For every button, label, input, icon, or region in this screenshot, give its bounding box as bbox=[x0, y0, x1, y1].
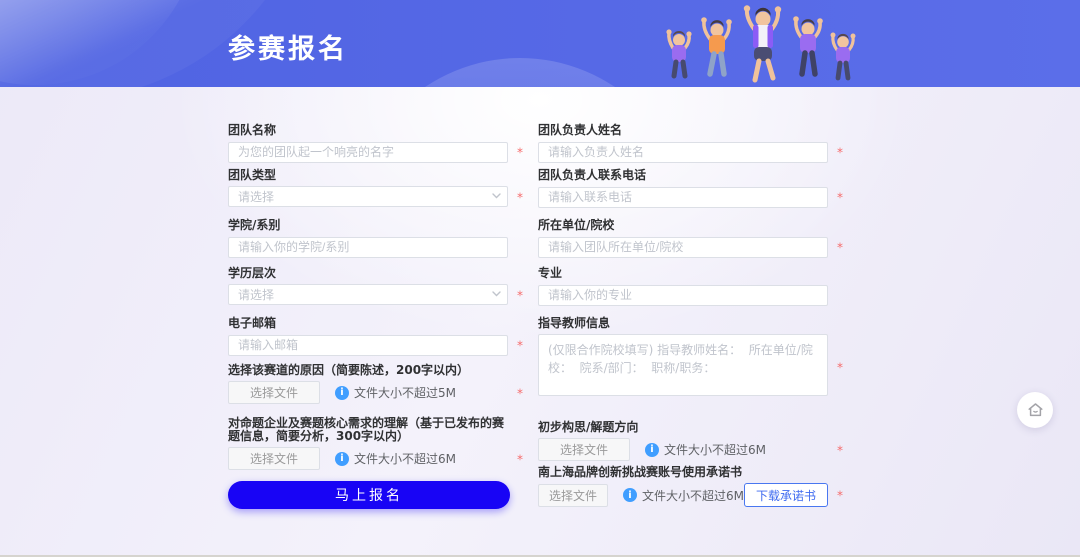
file-size-tip: 文件大小不超过6M bbox=[664, 441, 766, 458]
required-asterisk: * bbox=[837, 362, 843, 374]
organization-input[interactable] bbox=[538, 237, 828, 258]
home-icon bbox=[1026, 401, 1045, 419]
major-input[interactable] bbox=[538, 285, 828, 306]
major-label: 专业 bbox=[538, 267, 828, 280]
field-email: 电子邮箱 * bbox=[228, 317, 508, 356]
required-asterisk: * bbox=[517, 289, 523, 301]
advisor-info-label: 指导教师信息 bbox=[538, 317, 828, 330]
celebrating-people-illustration bbox=[658, 4, 873, 87]
field-leader-phone: 团队负责人联系电话 * bbox=[538, 169, 828, 208]
leader-phone-input[interactable] bbox=[538, 187, 828, 208]
home-button[interactable] bbox=[1017, 392, 1053, 428]
team-name-input[interactable] bbox=[228, 142, 508, 163]
education-level-label: 学历层次 bbox=[228, 267, 508, 280]
field-major: 专业 bbox=[538, 267, 828, 306]
banner-decor-circle bbox=[350, 58, 690, 87]
advisor-info-textarea[interactable] bbox=[538, 334, 828, 396]
team-type-label: 团队类型 bbox=[228, 169, 508, 182]
understanding-label: 对命题企业及赛题核心需求的理解（基于已发布的赛题信息，简要分析，300字以内） bbox=[228, 417, 508, 443]
file-size-tip: 文件大小不超过6M bbox=[642, 487, 744, 504]
required-asterisk: * bbox=[517, 453, 523, 465]
education-level-select[interactable]: 请选择 bbox=[228, 284, 508, 305]
field-advisor-info: 指导教师信息 * bbox=[538, 317, 828, 400]
required-asterisk: * bbox=[837, 146, 843, 158]
required-asterisk: * bbox=[837, 241, 843, 253]
required-asterisk: * bbox=[837, 490, 843, 502]
field-education-level: 学历层次 请选择 * bbox=[228, 267, 508, 305]
college-input[interactable] bbox=[228, 237, 508, 258]
chevron-down-icon bbox=[492, 291, 501, 297]
leader-phone-label: 团队负责人联系电话 bbox=[538, 169, 828, 182]
download-commitment-button[interactable]: 下载承诺书 bbox=[744, 483, 828, 507]
field-organization: 所在单位/院校 * bbox=[538, 219, 828, 258]
field-concept: 初步构思/解题方向 选择文件 i 文件大小不超过6M * bbox=[538, 421, 828, 461]
concept-label: 初步构思/解题方向 bbox=[538, 421, 828, 434]
info-icon: i bbox=[335, 386, 349, 400]
college-label: 学院/系别 bbox=[228, 219, 508, 232]
choose-file-button[interactable]: 选择文件 bbox=[228, 447, 320, 470]
field-commitment-letter: 南上海品牌创新挑战赛账号使用承诺书 选择文件 i 文件大小不超过6M 下载承诺书… bbox=[538, 466, 828, 507]
submit-button[interactable]: 马上报名 bbox=[228, 481, 510, 509]
select-value: 请选择 bbox=[238, 188, 274, 205]
field-college: 学院/系别 bbox=[228, 219, 508, 258]
team-name-label: 团队名称 bbox=[228, 124, 508, 137]
leader-name-label: 团队负责人姓名 bbox=[538, 124, 828, 137]
required-asterisk: * bbox=[517, 339, 523, 351]
leader-name-input[interactable] bbox=[538, 142, 828, 163]
select-value: 请选择 bbox=[238, 286, 274, 303]
email-label: 电子邮箱 bbox=[228, 317, 508, 330]
field-team-name: 团队名称 * bbox=[228, 124, 508, 163]
organization-label: 所在单位/院校 bbox=[538, 219, 828, 232]
file-size-tip: 文件大小不超过6M bbox=[354, 450, 456, 467]
chevron-down-icon bbox=[492, 193, 501, 199]
email-input[interactable] bbox=[228, 335, 508, 356]
file-size-tip: 文件大小不超过5M bbox=[354, 384, 456, 401]
page-title: 参赛报名 bbox=[228, 27, 348, 66]
required-asterisk: * bbox=[837, 191, 843, 203]
choose-file-button[interactable]: 选择文件 bbox=[538, 484, 608, 507]
info-icon: i bbox=[645, 443, 659, 457]
info-icon: i bbox=[623, 488, 637, 502]
required-asterisk: * bbox=[517, 387, 523, 399]
field-team-type: 团队类型 请选择 * bbox=[228, 169, 508, 207]
page-banner: 参赛报名 bbox=[0, 0, 1080, 87]
field-track-reason: 选择该赛道的原因（简要陈述，200字以内） 选择文件 i 文件大小不超过5M * bbox=[228, 364, 508, 404]
track-reason-label: 选择该赛道的原因（简要陈述，200字以内） bbox=[228, 364, 508, 377]
info-icon: i bbox=[335, 452, 349, 466]
commitment-letter-label: 南上海品牌创新挑战赛账号使用承诺书 bbox=[538, 466, 828, 479]
required-asterisk: * bbox=[517, 191, 523, 203]
required-asterisk: * bbox=[837, 444, 843, 456]
registration-page: 参赛报名 bbox=[0, 0, 1080, 557]
choose-file-button[interactable]: 选择文件 bbox=[228, 381, 320, 404]
field-understanding: 对命题企业及赛题核心需求的理解（基于已发布的赛题信息，简要分析，300字以内） … bbox=[228, 417, 508, 470]
team-type-select[interactable]: 请选择 bbox=[228, 186, 508, 207]
choose-file-button[interactable]: 选择文件 bbox=[538, 438, 630, 461]
field-leader-name: 团队负责人姓名 * bbox=[538, 124, 828, 163]
required-asterisk: * bbox=[517, 146, 523, 158]
